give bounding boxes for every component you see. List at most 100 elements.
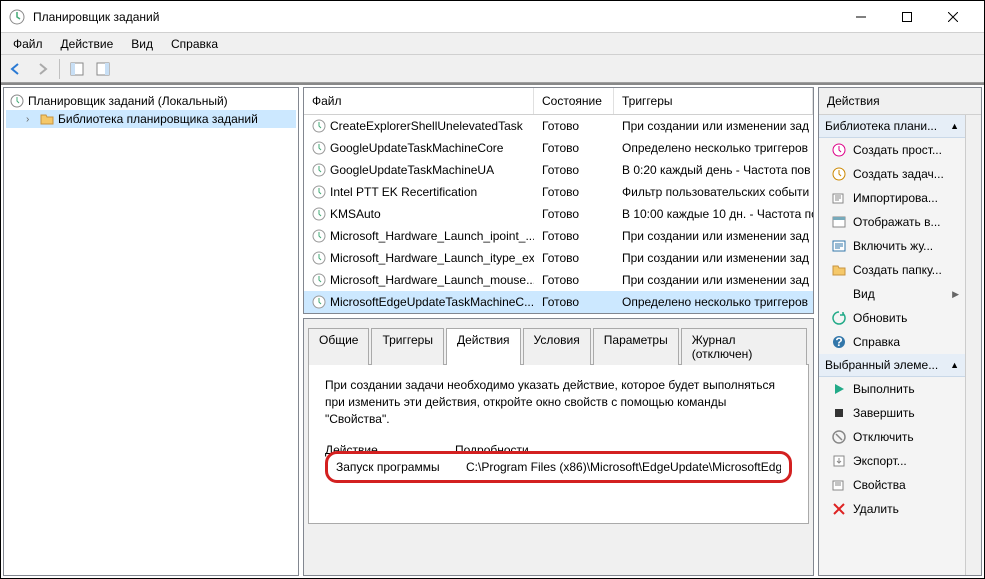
- task-state: Готово: [534, 249, 614, 267]
- menu-action[interactable]: Действие: [53, 35, 122, 53]
- app-icon: [9, 9, 25, 25]
- tab-actions[interactable]: Действия: [446, 328, 521, 365]
- task-name: Microsoft_Hardware_Launch_itype_exe: [330, 251, 534, 265]
- task-name: GoogleUpdateTaskMachineUA: [330, 163, 494, 177]
- action-import-task[interactable]: Импортирова...: [819, 186, 965, 210]
- toolbar-icon-1[interactable]: [66, 58, 88, 80]
- task-row[interactable]: GoogleUpdateTaskMachineUAГотовоВ 0:20 ка…: [304, 159, 813, 181]
- detail-pane: Общие Триггеры Действия Условия Параметр…: [303, 318, 814, 576]
- back-button[interactable]: [5, 58, 27, 80]
- col-name[interactable]: Файл: [304, 88, 534, 114]
- create-basic-task-icon: [831, 142, 847, 158]
- actions-group-selected[interactable]: Выбранный элеме... ▲: [819, 354, 965, 377]
- end-icon: [831, 405, 847, 421]
- action-type: Запуск программы: [336, 460, 466, 474]
- task-row[interactable]: CreateExplorerShellUnelevatedTaskГотовоП…: [304, 115, 813, 137]
- tree-library-label: Библиотека планировщика заданий: [58, 112, 258, 126]
- disable-icon: [831, 429, 847, 445]
- tree-root[interactable]: Планировщик заданий (Локальный): [6, 92, 296, 110]
- task-state: Готово: [534, 227, 614, 245]
- task-row[interactable]: Microsoft_Hardware_Launch_itype_exeГотов…: [304, 247, 813, 269]
- tab-body: При создании задачи необходимо указать д…: [308, 364, 809, 524]
- task-state: Готово: [534, 293, 614, 311]
- action-refresh[interactable]: Обновить: [819, 306, 965, 330]
- task-list-header: Файл Состояние Триггеры: [304, 88, 813, 115]
- folder-icon: [40, 112, 54, 126]
- tree-pane: Планировщик заданий (Локальный) › Библио…: [3, 87, 299, 576]
- action-end[interactable]: Завершить: [819, 401, 965, 425]
- action-details: C:\Program Files (x86)\Microsoft\EdgeUpd…: [466, 460, 781, 474]
- view-submenu-icon: [831, 286, 847, 302]
- action-create-task[interactable]: Создать задач...: [819, 162, 965, 186]
- action-disable[interactable]: Отключить: [819, 425, 965, 449]
- task-trigger: В 10:00 каждые 10 дн. - Частота по: [614, 205, 813, 223]
- task-row[interactable]: KMSAuto ГотовоВ 10:00 каждые 10 дн. - Час…: [304, 203, 813, 225]
- menu-file[interactable]: Файл: [5, 35, 51, 53]
- action-help[interactable]: ?Справка: [819, 330, 965, 354]
- expander-icon[interactable]: ›: [26, 114, 36, 125]
- tree-root-label: Планировщик заданий (Локальный): [28, 94, 228, 108]
- display-running-icon: [831, 214, 847, 230]
- menu-help[interactable]: Справка: [163, 35, 226, 53]
- title-bar: Планировщик заданий: [1, 1, 984, 33]
- task-name: Microsoft_Hardware_Launch_mouse...: [330, 273, 534, 287]
- col-state[interactable]: Состояние: [534, 88, 614, 114]
- scheduler-icon: [10, 94, 24, 108]
- task-trigger: Определено несколько триггеров: [614, 293, 813, 311]
- center-pane: Файл Состояние Триггеры CreateExplorerSh…: [303, 87, 814, 576]
- detail-tabs: Общие Триггеры Действия Условия Параметр…: [308, 327, 809, 364]
- refresh-icon: [831, 310, 847, 326]
- task-name: KMSAuto: [330, 207, 381, 221]
- actions-group-library[interactable]: Библиотека плани... ▲: [819, 115, 965, 138]
- action-enable-history[interactable]: Включить жу...: [819, 234, 965, 258]
- task-state: Готово: [534, 139, 614, 157]
- close-button[interactable]: [930, 2, 976, 32]
- task-trigger: При создании или изменении зад: [614, 271, 813, 289]
- delete-icon: [831, 501, 847, 517]
- action-export[interactable]: Экспорт...: [819, 449, 965, 473]
- properties-icon: [831, 477, 847, 493]
- action-properties[interactable]: Свойства: [819, 473, 965, 497]
- action-delete[interactable]: Удалить: [819, 497, 965, 521]
- task-trigger: В 0:20 каждый день - Частота пов: [614, 161, 813, 179]
- col-triggers[interactable]: Триггеры: [614, 88, 813, 114]
- task-state: Готово: [534, 205, 614, 223]
- tab-settings[interactable]: Параметры: [593, 328, 679, 365]
- action-create-basic-task[interactable]: Создать прост...: [819, 138, 965, 162]
- task-name: CreateExplorerShellUnelevatedTask: [330, 119, 523, 133]
- tab-general[interactable]: Общие: [308, 328, 369, 365]
- action-view-submenu[interactable]: Вид▶: [819, 282, 965, 306]
- task-row[interactable]: Intel PTT EK RecertificationГотовоФильтр…: [304, 181, 813, 203]
- action-new-folder[interactable]: Создать папку...: [819, 258, 965, 282]
- create-task-icon: [831, 166, 847, 182]
- toolbar-icon-2[interactable]: [92, 58, 114, 80]
- action-display-running[interactable]: Отображать в...: [819, 210, 965, 234]
- help-icon: ?: [831, 334, 847, 350]
- tree-library[interactable]: › Библиотека планировщика заданий: [6, 110, 296, 128]
- new-folder-icon: [831, 262, 847, 278]
- chevron-up-icon: ▲: [950, 360, 959, 370]
- task-row[interactable]: Microsoft_Hardware_Launch_ipoint_...Гото…: [304, 225, 813, 247]
- minimize-button[interactable]: [838, 2, 884, 32]
- actions-pane: Действия Библиотека плани... ▲ Создать п…: [818, 87, 982, 576]
- actions-title: Действия: [819, 88, 981, 115]
- task-row[interactable]: Microsoft_Hardware_Launch_mouse...Готово…: [304, 269, 813, 291]
- task-trigger: Фильтр пользовательских событи: [614, 183, 813, 201]
- scrollbar[interactable]: [965, 115, 981, 575]
- action-run[interactable]: Выполнить: [819, 377, 965, 401]
- tab-triggers[interactable]: Триггеры: [371, 328, 444, 365]
- task-name: Microsoft_Hardware_Launch_ipoint_...: [330, 229, 534, 243]
- task-name: GoogleUpdateTaskMachineCore: [330, 141, 503, 155]
- forward-button[interactable]: [31, 58, 53, 80]
- tab-history[interactable]: Журнал (отключен): [681, 328, 807, 365]
- menu-bar: Файл Действие Вид Справка: [1, 33, 984, 55]
- menu-view[interactable]: Вид: [123, 35, 161, 53]
- task-state: Готово: [534, 117, 614, 135]
- action-row-highlighted[interactable]: Запуск программы C:\Program Files (x86)\…: [325, 451, 792, 483]
- tab-conditions[interactable]: Условия: [523, 328, 591, 365]
- maximize-button[interactable]: [884, 2, 930, 32]
- task-row[interactable]: GoogleUpdateTaskMachineCoreГотовоОпредел…: [304, 137, 813, 159]
- task-name: MicrosoftEdgeUpdateTaskMachineC...: [330, 295, 534, 309]
- task-row[interactable]: MicrosoftEdgeUpdateTaskMachineC...Готово…: [304, 291, 813, 313]
- task-state: Готово: [534, 183, 614, 201]
